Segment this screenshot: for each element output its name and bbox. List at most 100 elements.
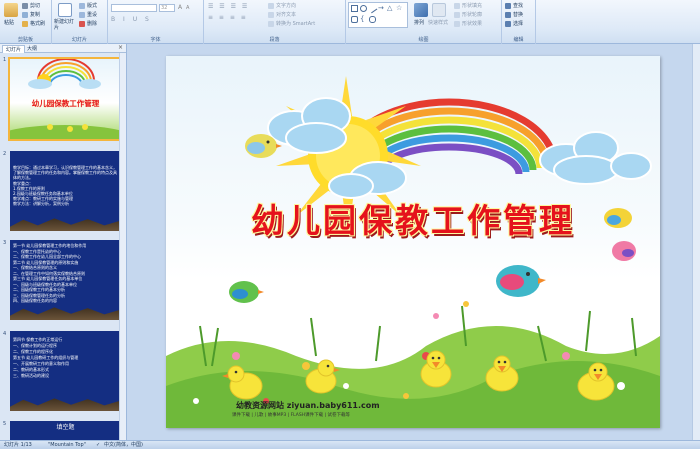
quick-styles-button[interactable]: 快速样式 bbox=[428, 19, 448, 26]
cut-button[interactable]: 剪切 bbox=[22, 2, 40, 9]
shape-fill-label: 形状填充 bbox=[462, 3, 483, 9]
align-buttons[interactable]: ≡ ≡ ≡ ≡ bbox=[208, 14, 248, 21]
text-direction-button[interactable]: 文字方向 bbox=[268, 2, 296, 9]
align-text-button[interactable]: 对齐文本 bbox=[268, 11, 296, 18]
font-group-label: 字体 bbox=[150, 37, 161, 43]
editing-group: 查找 替换 选择 编辑 bbox=[502, 0, 536, 44]
copy-icon bbox=[22, 11, 28, 18]
mountain-art bbox=[10, 398, 121, 411]
slide-thumbnail-panel: 幻灯片 大纲 × 1 幼儿园保教工作管理 2 教学目标：通过本章学习，认识保教管… bbox=[0, 44, 127, 440]
editing-group-label: 编辑 bbox=[513, 37, 524, 43]
slide-thumbnail-1[interactable]: 幼儿园保教工作管理 bbox=[8, 57, 123, 141]
arrow-shape-icon[interactable]: → bbox=[378, 5, 385, 12]
editor-scrollbar[interactable] bbox=[692, 44, 700, 440]
shape-outline-label: 形状轮廓 bbox=[462, 12, 483, 18]
thumb-number: 4 bbox=[3, 331, 7, 337]
font-size-value: 32 bbox=[161, 5, 168, 11]
paragraph-group-label: 段落 bbox=[269, 37, 280, 43]
slide-title[interactable]: 幼儿园保教工作管理 bbox=[166, 194, 660, 242]
language-status[interactable]: 中文(简体，中国) bbox=[104, 441, 143, 449]
slide-counter: 幻灯片 1/13 bbox=[4, 442, 32, 448]
slide-canvas[interactable]: 幼儿园保教工作管理 幼教资源网站 ziyuan.baby611.com 课件下载… bbox=[166, 56, 660, 428]
shape-fill-button[interactable]: 形状填充 bbox=[454, 2, 482, 9]
scissors-icon bbox=[22, 2, 28, 9]
text-direction-icon bbox=[268, 2, 274, 9]
arrange-icon[interactable] bbox=[414, 3, 428, 17]
brush-icon bbox=[22, 20, 28, 27]
format-painter-button[interactable]: 格式刷 bbox=[22, 20, 45, 27]
ribbon: 粘贴 剪切 复制 格式刷 剪贴板 新建幻灯片 版式 重设 删除 幻灯片 32 A… bbox=[0, 0, 700, 44]
slide-thumbnail-4[interactable]: 第四节 保教工作的正常运行 一、保教计划的运行程序 二、保教工作的程序化 第五节… bbox=[10, 331, 121, 411]
clipboard-group-label: 剪贴板 bbox=[17, 37, 33, 43]
new-slide-button[interactable]: 新建幻灯片 bbox=[54, 19, 76, 31]
copy-button[interactable]: 复制 bbox=[22, 11, 40, 18]
outline-icon bbox=[454, 11, 460, 18]
rectangle-shape-icon[interactable] bbox=[351, 5, 358, 12]
bullets-button[interactable]: ☰ ☰ ☰ ☰ bbox=[208, 3, 249, 10]
panel-scrollbar[interactable] bbox=[119, 53, 126, 440]
replace-button[interactable]: 替换 bbox=[505, 11, 523, 18]
paste-icon[interactable] bbox=[4, 3, 18, 17]
theme-name: "Mountain Top" bbox=[48, 442, 86, 448]
binoculars-icon bbox=[505, 2, 511, 9]
cut-label: 剪切 bbox=[30, 3, 41, 9]
replace-icon bbox=[505, 11, 511, 18]
select-button[interactable]: 选择 bbox=[505, 20, 523, 27]
slide-illustration bbox=[166, 76, 660, 428]
font-size-input[interactable]: 32 bbox=[159, 4, 175, 12]
shape-effects-label: 形状效果 bbox=[462, 21, 483, 27]
shrink-font-button[interactable]: A bbox=[186, 5, 189, 11]
font-group: 32 A A B I U S 字体 bbox=[108, 0, 204, 44]
triangle-shape-icon[interactable]: △ bbox=[387, 5, 394, 12]
text-direction-label: 文字方向 bbox=[276, 3, 297, 9]
smartart-button[interactable]: 转换为 SmartArt bbox=[268, 20, 315, 27]
slides-group: 新建幻灯片 版式 重设 删除 幻灯片 bbox=[52, 0, 108, 44]
layout-icon bbox=[79, 2, 85, 9]
arrange-button[interactable]: 排列 bbox=[414, 19, 424, 26]
oval-shape-icon[interactable] bbox=[360, 5, 367, 12]
shape-outline-button[interactable]: 形状轮廓 bbox=[454, 11, 482, 18]
delete-button[interactable]: 删除 bbox=[79, 20, 97, 27]
new-slide-icon[interactable] bbox=[58, 3, 72, 17]
shape-effects-button[interactable]: 形状效果 bbox=[454, 20, 482, 27]
paste-button[interactable]: 粘贴 bbox=[4, 19, 14, 26]
smartart-icon bbox=[268, 20, 274, 27]
tab-slides[interactable]: 幻灯片 bbox=[2, 45, 26, 53]
fill-icon bbox=[454, 2, 460, 9]
tab-outline[interactable]: 大纲 bbox=[24, 45, 40, 53]
align-text-label: 对齐文本 bbox=[276, 12, 297, 18]
replace-label: 替换 bbox=[513, 12, 524, 18]
shapes-gallery[interactable]: → △ ☆ { bbox=[348, 2, 408, 28]
layout-button[interactable]: 版式 bbox=[79, 2, 97, 9]
reset-button[interactable]: 重设 bbox=[79, 11, 97, 18]
smartart-label: 转换为 SmartArt bbox=[276, 21, 316, 27]
find-label: 查找 bbox=[513, 3, 524, 9]
thumb-number: 1 bbox=[3, 57, 7, 63]
slide-thumbnail-2[interactable]: 教学目标：通过本章学习，认识保教管理工作的基本含义，了解保教管理工作的任务和内容… bbox=[10, 151, 121, 231]
callout-shape-icon[interactable] bbox=[369, 16, 376, 23]
rounded-rect-shape-icon[interactable] bbox=[351, 16, 358, 23]
close-icon[interactable]: × bbox=[118, 44, 123, 51]
delete-label: 删除 bbox=[87, 21, 98, 27]
reset-icon bbox=[79, 11, 85, 18]
grow-font-button[interactable]: A bbox=[178, 4, 182, 11]
align-text-icon bbox=[268, 11, 274, 18]
site-subtitle: 课件下载 | 儿歌 | 故事MP3 | FLASH课件下载 | 试卷下载等 bbox=[232, 413, 350, 418]
slide-editor: 幼儿园保教工作管理 幼教资源网站 ziyuan.baby611.com 课件下载… bbox=[128, 44, 700, 440]
thumb-number: 2 bbox=[3, 151, 7, 157]
thumb-1-title: 幼儿园保教工作管理 bbox=[31, 99, 100, 108]
thumb-2-text: 教学目标：通过本章学习，认识保教管理工作的基本含义，了解保教管理工作的任务和内容… bbox=[13, 165, 117, 207]
quick-styles-icon[interactable] bbox=[432, 3, 446, 17]
star-shape-icon[interactable]: ☆ bbox=[396, 5, 403, 12]
font-style-buttons[interactable]: B I U S bbox=[111, 16, 152, 23]
delete-icon bbox=[79, 20, 85, 27]
find-button[interactable]: 查找 bbox=[505, 2, 523, 9]
brace-shape-icon[interactable]: { bbox=[360, 16, 367, 23]
font-name-input[interactable] bbox=[111, 4, 157, 12]
line-shape-icon[interactable] bbox=[367, 3, 378, 14]
slide-thumbnail-5[interactable]: 填空题 bbox=[10, 421, 121, 440]
slide-thumbnail-3[interactable]: 第一节 幼儿园保教管理工作的地位和作用 一、保教工作是托幼的中心 二、保教工作在… bbox=[10, 240, 121, 320]
layout-label: 版式 bbox=[87, 3, 98, 9]
check-icon[interactable]: ✓ bbox=[96, 441, 100, 449]
site-watermark: 幼教资源网站 ziyuan.baby611.com bbox=[236, 401, 380, 410]
